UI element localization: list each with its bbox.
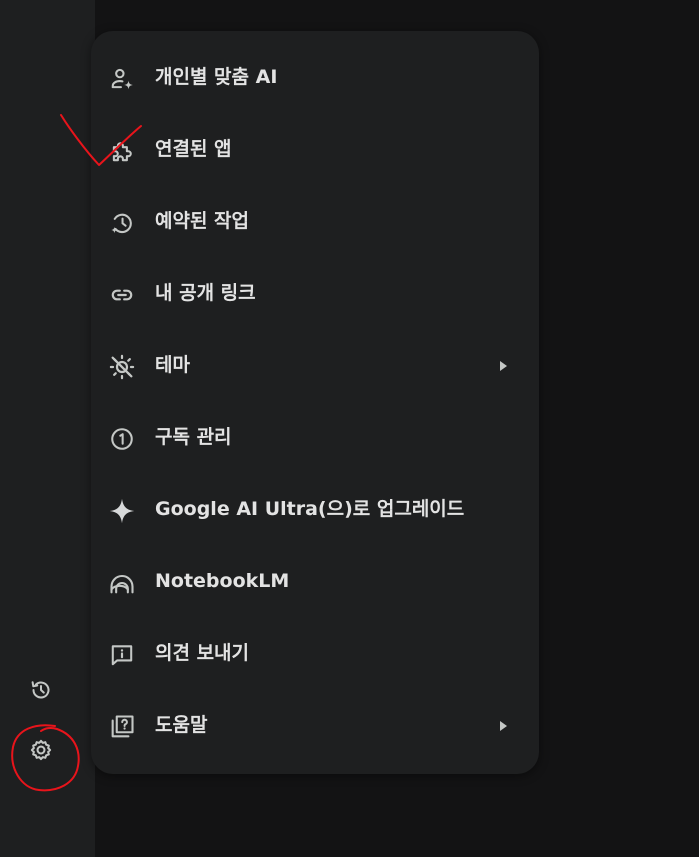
menu-item-label: 예약된 작업 <box>155 210 250 232</box>
menu-item-label: 연결된 앱 <box>155 138 232 160</box>
activity-history-icon <box>31 681 50 699</box>
menu-item-help[interactable]: 도움말 <box>91 697 539 753</box>
notebooklm-icon <box>108 569 136 597</box>
activity-history-button[interactable] <box>21 670 61 710</box>
menu-item-label: 개인별 맞춤 AI <box>155 66 278 88</box>
sparkle-icon <box>108 497 136 525</box>
link-icon <box>108 281 136 309</box>
app-window: 개인별 맞춤 AI 연결된 앱 예약된 작업 내 공개 링크 테마 구독 관리 … <box>0 0 699 857</box>
menu-item-send-feedback[interactable]: 의견 보내기 <box>91 625 539 681</box>
menu-item-theme[interactable]: 테마 <box>91 337 539 393</box>
settings-gear-icon <box>30 739 52 761</box>
menu-item-label: 도움말 <box>155 714 208 736</box>
settings-button[interactable] <box>21 730 61 770</box>
help-icon <box>108 713 136 741</box>
menu-item-label: 구독 관리 <box>155 426 232 448</box>
menu-item-personalization[interactable]: 개인별 맞춤 AI <box>91 49 539 105</box>
subscription-one-icon <box>108 425 136 453</box>
menu-item-connected-apps[interactable]: 연결된 앱 <box>91 121 539 177</box>
chevron-right-icon <box>500 721 507 731</box>
settings-menu: 개인별 맞춤 AI 연결된 앱 예약된 작업 내 공개 링크 테마 구독 관리 … <box>91 31 539 774</box>
menu-item-label: NotebookLM <box>155 570 290 592</box>
menu-item-label: 테마 <box>155 354 190 376</box>
menu-item-scheduled-actions[interactable]: 예약된 작업 <box>91 193 539 249</box>
menu-item-label: 의견 보내기 <box>155 642 250 664</box>
menu-item-upgrade-ultra[interactable]: Google AI Ultra(으)로 업그레이드 <box>91 481 539 537</box>
menu-item-label: 내 공개 링크 <box>155 282 256 304</box>
menu-item-manage-subscription[interactable]: 구독 관리 <box>91 409 539 465</box>
chevron-right-icon <box>500 361 507 371</box>
scheduled-history-icon <box>108 209 136 237</box>
puzzle-extension-icon <box>108 137 136 165</box>
menu-item-public-links[interactable]: 내 공개 링크 <box>91 265 539 321</box>
menu-item-label: Google AI Ultra(으)로 업그레이드 <box>155 498 465 520</box>
feedback-icon <box>108 641 136 669</box>
theme-sun-icon <box>108 353 136 381</box>
personalization-sparkle-icon <box>108 65 136 93</box>
menu-item-notebooklm[interactable]: NotebookLM <box>91 553 539 609</box>
left-rail <box>0 0 95 857</box>
